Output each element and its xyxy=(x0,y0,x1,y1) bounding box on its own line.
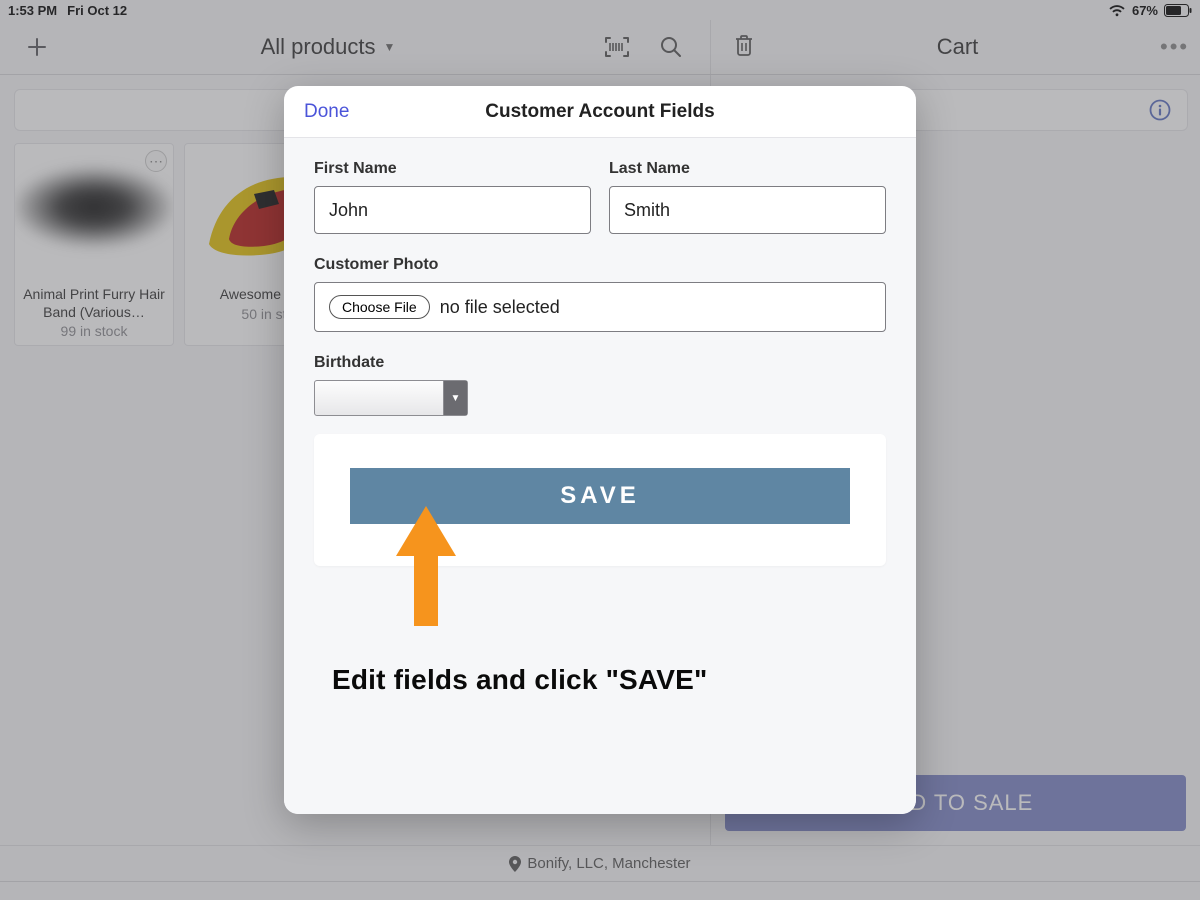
last-name-label: Last Name xyxy=(609,160,886,178)
modal-header: Done Customer Account Fields xyxy=(284,86,916,138)
choose-file-button[interactable]: Choose File xyxy=(329,295,430,319)
birthdate-label: Birthdate xyxy=(314,354,886,372)
birthdate-select[interactable]: ▼ xyxy=(314,380,468,416)
last-name-input[interactable] xyxy=(609,186,886,234)
customer-fields-modal: Done Customer Account Fields First Name … xyxy=(284,86,916,814)
file-status-text: no file selected xyxy=(440,297,560,318)
done-button[interactable]: Done xyxy=(304,101,349,123)
first-name-input[interactable] xyxy=(314,186,591,234)
modal-title: Customer Account Fields xyxy=(284,101,916,123)
customer-photo-label: Customer Photo xyxy=(314,256,886,274)
save-button[interactable]: SAVE xyxy=(350,468,850,524)
customer-photo-input[interactable]: Choose File no file selected xyxy=(314,282,886,332)
first-name-label: First Name xyxy=(314,160,591,178)
chevron-down-icon: ▼ xyxy=(443,381,467,415)
annotation-text: Edit fields and click "SAVE" xyxy=(332,664,708,696)
